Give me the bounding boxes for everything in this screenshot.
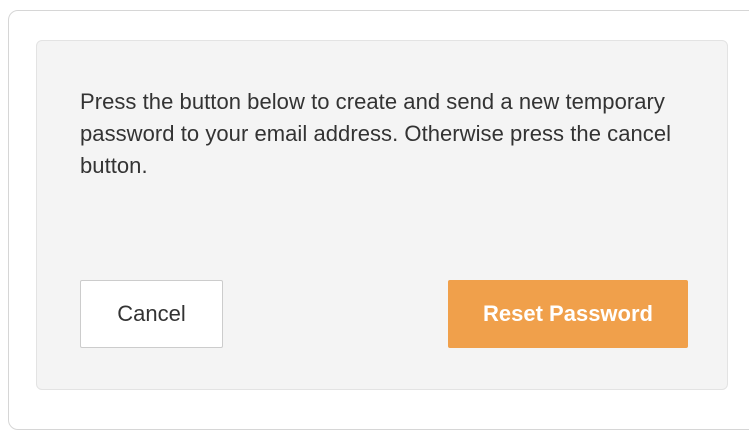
- reset-password-button[interactable]: Reset Password: [448, 280, 688, 348]
- reset-instructions-text: Press the button below to create and sen…: [80, 89, 672, 178]
- cancel-button[interactable]: Cancel: [80, 280, 223, 348]
